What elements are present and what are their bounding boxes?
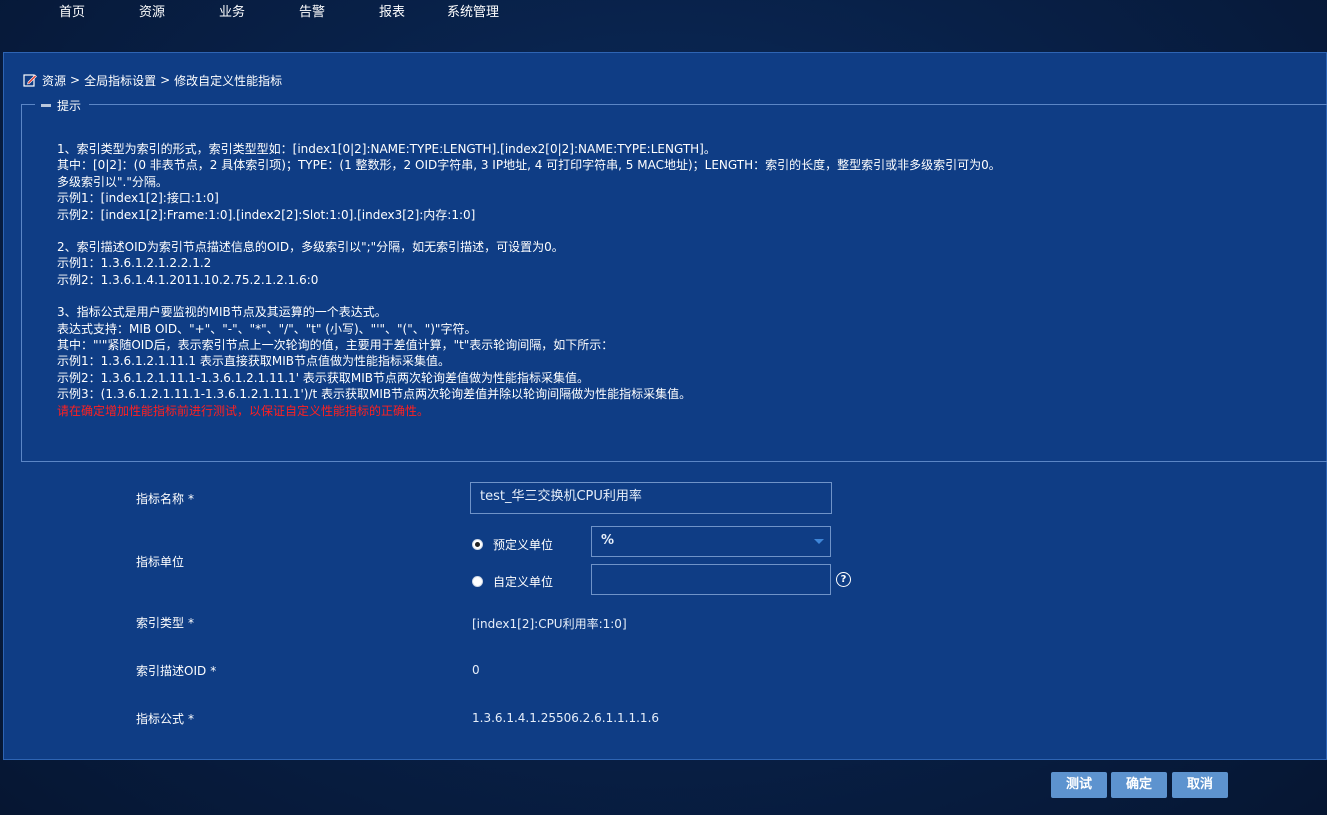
required-mark: *: [188, 712, 195, 726]
help-icon[interactable]: ?: [836, 572, 851, 587]
breadcrumb-resource[interactable]: 资源: [42, 72, 66, 89]
metric-unit-label: 指标单位: [136, 555, 185, 569]
breadcrumb-separator: >: [160, 73, 171, 87]
hint-title: 提示: [57, 99, 82, 113]
hint-line: 示例1：1.3.6.1.2.1.11.1 表示直接获取MIB节点值做为性能指标采…: [57, 354, 450, 369]
nav-item-report[interactable]: 报表: [379, 1, 405, 20]
hint-line: 示例2：1.3.6.1.2.1.11.1-1.3.6.1.2.1.11.1' 表…: [57, 370, 590, 385]
index-oid-value: 0: [472, 663, 480, 677]
hint-line: 其中：[0|2]：(0 非表节点，2 具体索引项)；TYPE：(1 整数形，2 …: [57, 158, 1001, 173]
nav-item-business[interactable]: 业务: [219, 1, 245, 20]
metric-name-label: 指标名称 *: [136, 490, 194, 507]
hint-line: 多级索引以"."分隔。: [57, 174, 168, 189]
main-panel: 资源 > 全局指标设置 > 修改自定义性能指标 提示 1、索引类型为索引的形式，…: [3, 52, 1327, 760]
unit-predefined-radio[interactable]: [472, 539, 483, 550]
top-navigation: 首页 资源 业务 告警 报表 系统管理: [0, 0, 1327, 38]
breadcrumb: 资源 > 全局指标设置 > 修改自定义性能指标: [23, 72, 282, 88]
required-mark: *: [210, 664, 217, 678]
required-mark: *: [188, 616, 195, 630]
unit-custom-label: 自定义单位: [493, 575, 554, 589]
index-type-label: 索引类型 *: [136, 614, 194, 631]
hint-legend[interactable]: 提示: [35, 97, 90, 114]
unit-custom-input[interactable]: [591, 564, 831, 595]
unit-custom-radio[interactable]: [472, 576, 483, 587]
hint-line: 示例2：[index1[2]:Frame:1:0].[index2[2]:Slo…: [57, 207, 476, 222]
unit-predefined-select[interactable]: %: [591, 526, 831, 557]
index-oid-label-text: 索引描述OID: [136, 664, 207, 678]
hint-body: 1、索引类型为索引的形式，索引类型型如：[index1[0|2]:NAME:TY…: [57, 141, 1297, 419]
cancel-button[interactable]: 取消: [1172, 772, 1228, 798]
hint-line: 2、索引描述OID为索引节点描述信息的OID，多级索引以";"分隔，如无索引描述…: [57, 240, 564, 255]
nav-item-home[interactable]: 首页: [59, 1, 85, 20]
index-type-label-text: 索引类型: [136, 616, 185, 630]
edit-icon: [23, 74, 37, 87]
metric-name-label-text: 指标名称: [136, 492, 185, 506]
unit-predefined-option[interactable]: 预定义单位: [472, 536, 553, 553]
index-type-value: [index1[2]:CPU利用率:1:0]: [472, 617, 627, 631]
hint-warning: 请在确定增加性能指标前进行测试，以保证自定义性能指标的正确性。: [57, 403, 430, 418]
unit-predefined-value: %: [601, 533, 615, 548]
hint-line: 示例1：[index1[2]:接口:1:0]: [57, 191, 219, 206]
breadcrumb-separator: >: [70, 73, 81, 87]
breadcrumb-global-metric-settings[interactable]: 全局指标设置: [84, 72, 156, 89]
hint-line: 3、指标公式是用户要监视的MIB节点及其运算的一个表达式。: [57, 305, 387, 320]
hint-line: 示例2：1.3.6.1.4.1.2011.10.2.75.2.1.2.1.6:0: [57, 272, 319, 287]
breadcrumb-current: 修改自定义性能指标: [174, 73, 283, 88]
nav-item-resource[interactable]: 资源: [139, 1, 165, 20]
nav-item-alarm[interactable]: 告警: [299, 1, 325, 20]
index-oid-label: 索引描述OID *: [136, 662, 216, 679]
hint-line: 1、索引类型为索引的形式，索引类型型如：[index1[0|2]:NAME:TY…: [57, 142, 716, 156]
hint-line: 示例1：1.3.6.1.2.1.2.2.1.2: [57, 256, 212, 271]
hint-line: 其中："'"紧随OID后，表示索引节点上一次轮询的值，主要用于差值计算，"t"表…: [57, 338, 614, 353]
unit-custom-option[interactable]: 自定义单位: [472, 573, 553, 590]
formula-label-text: 指标公式: [136, 712, 185, 726]
unit-predefined-label: 预定义单位: [493, 538, 554, 552]
formula-value: 1.3.6.1.4.1.25506.2.6.1.1.1.1.6: [472, 711, 660, 725]
chevron-down-icon: [814, 539, 824, 544]
hint-line: 表达式支持：MIB OID、"+"、"-"、"*"、"/"、"t" (小写)、"…: [57, 321, 477, 336]
metric-name-input[interactable]: test_华三交换机CPU利用率: [470, 482, 832, 514]
formula-label: 指标公式 *: [136, 710, 194, 727]
required-mark: *: [188, 492, 195, 506]
test-button[interactable]: 测试: [1051, 772, 1107, 798]
ok-button[interactable]: 确定: [1111, 772, 1167, 798]
hint-line: 示例3：(1.3.6.1.2.1.11.1-1.3.6.1.2.1.11.1')…: [57, 387, 692, 402]
hint-box: 提示 1、索引类型为索引的形式，索引类型型如：[index1[0|2]:NAME…: [21, 97, 1327, 462]
collapse-icon: [41, 104, 51, 107]
nav-item-system[interactable]: 系统管理: [447, 1, 499, 20]
